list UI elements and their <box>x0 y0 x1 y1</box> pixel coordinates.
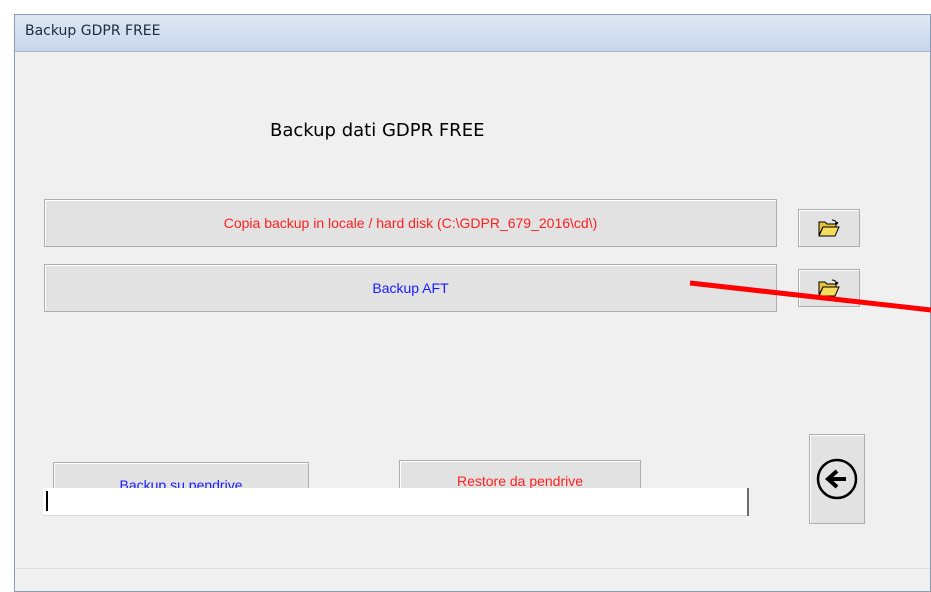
aft-backup-label: Backup AFT <box>372 280 449 296</box>
local-folder-button[interactable] <box>798 209 860 247</box>
back-arrow-icon <box>816 458 858 500</box>
text-caret <box>46 491 48 511</box>
local-backup-button[interactable]: Copia backup in locale / hard disk (C:\G… <box>44 199 777 247</box>
local-backup-label: Copia backup in locale / hard disk (C:\G… <box>223 215 598 231</box>
progress-field <box>43 488 749 516</box>
pendrive-restore-label: Restore da pendrive <box>456 473 584 489</box>
form-heading: Backup dati GDPR FREE <box>270 120 485 141</box>
progress-edge <box>747 488 749 516</box>
folder-open-icon <box>818 219 840 237</box>
status-strip <box>15 568 930 591</box>
title-bar: Backup GDPR FREE <box>15 15 930 52</box>
back-button[interactable] <box>809 434 865 524</box>
aft-backup-button[interactable]: Backup AFT <box>44 264 777 312</box>
window-title: Backup GDPR FREE <box>25 23 161 39</box>
folder-open-icon <box>818 279 840 297</box>
aft-folder-button[interactable] <box>798 269 860 307</box>
